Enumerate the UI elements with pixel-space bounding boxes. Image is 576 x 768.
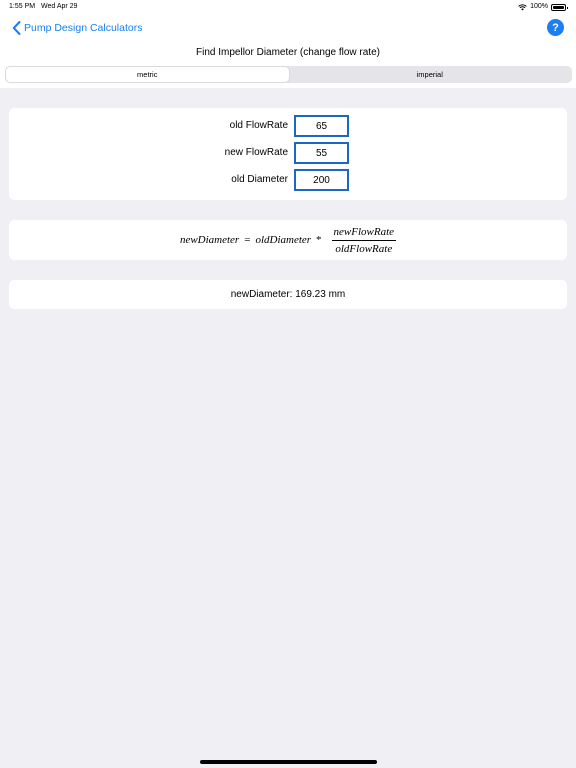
segment-imperial[interactable]: imperial	[289, 67, 572, 82]
input-row-old-flowrate: old FlowRate	[9, 115, 567, 137]
result-value: 169.23 mm	[295, 289, 346, 300]
input-row-new-flowrate: new FlowRate	[9, 142, 567, 164]
old-diameter-input[interactable]	[294, 169, 349, 191]
page-title: Find Impellor Diameter (change flow rate…	[196, 47, 380, 58]
old-flowrate-input[interactable]	[294, 115, 349, 137]
segment-metric[interactable]: metric	[6, 67, 289, 82]
formula-equals: =	[244, 234, 251, 246]
battery-icon	[551, 3, 568, 11]
new-flowrate-label: new FlowRate	[224, 147, 288, 158]
formula-times: *	[316, 234, 322, 246]
unit-segmented-control: metric imperial	[5, 66, 572, 83]
old-flowrate-label: old FlowRate	[229, 120, 288, 131]
formula-fraction: newFlowRate oldFlowRate	[331, 226, 397, 255]
page-header: Find Impellor Diameter (change flow rate…	[0, 42, 576, 88]
navigation-bar: Pump Design Calculators ?	[0, 14, 576, 42]
result-text: newDiameter: 169.23 mm	[9, 289, 567, 300]
help-button[interactable]: ?	[547, 19, 564, 36]
status-time: 1:55 PM	[9, 3, 36, 10]
result-card: newDiameter: 169.23 mm	[9, 280, 567, 309]
status-indicators: 100%	[518, 0, 568, 14]
new-flowrate-input[interactable]	[294, 142, 349, 164]
back-button-label: Pump Design Calculators	[24, 22, 143, 34]
formula-numerator: newFlowRate	[331, 226, 397, 241]
result-label: newDiameter:	[230, 289, 293, 300]
input-row-old-diameter: old Diameter	[9, 169, 567, 191]
battery-percent: 100%	[530, 3, 548, 10]
home-indicator[interactable]	[200, 760, 377, 764]
status-bar: 1:55 PM Wed Apr 29 100%	[0, 0, 576, 14]
formula-denominator: oldFlowRate	[335, 242, 393, 255]
status-date: Wed Apr 29	[41, 3, 78, 10]
old-diameter-label: old Diameter	[231, 174, 288, 185]
formula-card: newDiameter = oldDiameter * newFlowRate …	[9, 220, 567, 260]
chevron-left-icon	[12, 21, 21, 35]
formula-lhs: newDiameter	[179, 234, 240, 246]
formula-term: oldDiameter	[255, 234, 312, 246]
back-button[interactable]: Pump Design Calculators	[12, 20, 142, 36]
formula: newDiameter = oldDiameter * newFlowRate …	[9, 220, 567, 260]
question-mark-icon: ?	[552, 21, 559, 34]
wifi-icon	[518, 3, 527, 10]
inputs-card: old FlowRate new FlowRate old Diameter	[9, 108, 567, 200]
